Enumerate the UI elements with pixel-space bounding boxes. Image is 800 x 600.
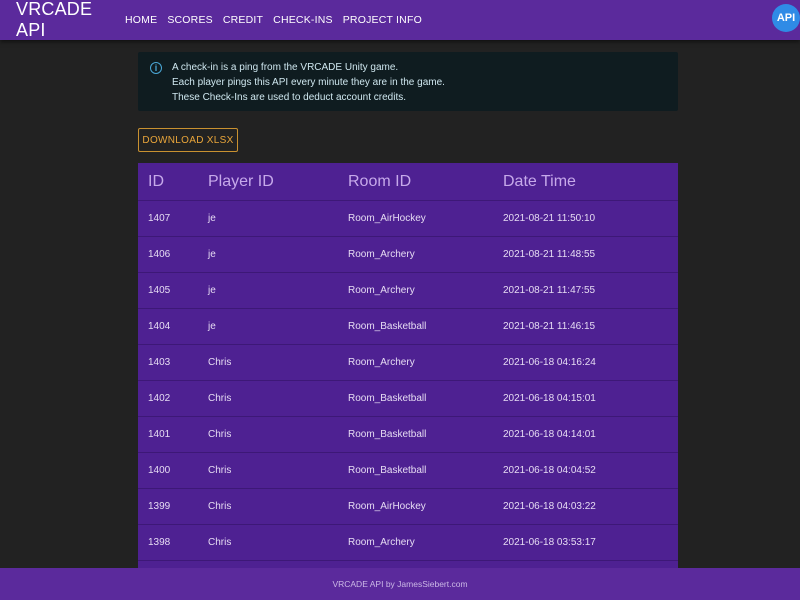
table-row[interactable]: 1399 Chris Room_AirHockey 2021-06-18 04:03:… (138, 489, 678, 525)
column-header-room-id[interactable]: Room ID (348, 173, 503, 191)
footer: VRCADE API by JamesSiebert.com (0, 568, 800, 600)
info-alert: i A check-in is a ping from the VRCADE U… (138, 52, 678, 111)
download-xlsx-button[interactable]: DOWNLOAD XLSX (138, 128, 238, 152)
cell-id: 1407 (148, 213, 171, 224)
cell-player-id: je (208, 285, 216, 296)
cell-player-id: Chris (208, 429, 232, 440)
cell-id: 1402 (148, 393, 171, 404)
info-line: A check-in is a ping from the VRCADE Uni… (172, 62, 399, 73)
main-nav: HOME SCORES CREDIT CHECK-INS PROJECT INF… (125, 14, 432, 26)
cell-player-id: je (208, 249, 216, 260)
table-row[interactable]: 1402 Chris Room_Basketball 2021-06-18 04:15… (138, 381, 678, 417)
cell-room-id: Room_Basketball (348, 393, 427, 404)
table-row[interactable]: 1400 Chris Room_Basketball 2021-06-18 04:04… (138, 453, 678, 489)
info-line: Each player pings this API every minute … (172, 77, 445, 88)
column-header-player-id[interactable]: Player ID (208, 173, 348, 191)
table-row[interactable]: 1398 Chris Room_Archery 2021-06-18 03:53:17 (138, 525, 678, 561)
cell-id: 1406 (148, 249, 171, 260)
cell-date-time: 2021-06-18 04:03:22 (503, 501, 596, 512)
cell-id: 1403 (148, 357, 171, 368)
cell-player-id: Chris (208, 393, 232, 404)
top-navbar: VRCADE API HOME SCORES CREDIT CHECK-INS … (0, 0, 800, 40)
cell-id: 1398 (148, 537, 171, 548)
info-icon: i (150, 62, 162, 74)
cell-date-time: 2021-06-18 04:04:52 (503, 465, 596, 476)
nav-check-ins[interactable]: CHECK-INS (273, 14, 333, 26)
cell-player-id: Chris (208, 501, 232, 512)
cell-room-id: Room_Archery (348, 357, 415, 368)
checkins-table: ID Player ID Room ID Date Time 1407 je Roo… (138, 163, 678, 568)
column-header-id[interactable]: ID (138, 173, 208, 191)
cell-id: 1399 (148, 501, 171, 512)
table-row[interactable]: 1407 je Room_AirHockey 2021-08-21 11:50:10 (138, 201, 678, 237)
cell-id: 1404 (148, 321, 171, 332)
cell-room-id: Room_Basketball (348, 429, 427, 440)
cell-player-id: Chris (208, 537, 232, 548)
cell-date-time: 2021-06-18 04:14:01 (503, 429, 596, 440)
cell-room-id: Room_Archery (348, 249, 415, 260)
info-line: These Check-Ins are used to deduct accou… (172, 92, 407, 103)
cell-player-id: Chris (208, 465, 232, 476)
nav-project-info[interactable]: PROJECT INFO (343, 14, 422, 26)
cell-room-id: Room_AirHockey (348, 501, 426, 512)
cell-room-id: Room_Archery (348, 285, 415, 296)
cell-id: 1400 (148, 465, 171, 476)
table-row[interactable]: 1403 Chris Room_Archery 2021-06-18 04:16:24 (138, 345, 678, 381)
cell-date-time: 2021-08-21 11:47:55 (503, 285, 596, 296)
table-row[interactable]: 1405 je Room_Archery 2021-08-21 11:47:55 (138, 273, 678, 309)
api-avatar-badge[interactable]: API (772, 4, 800, 32)
cell-room-id: Room_AirHockey (348, 213, 426, 224)
table-row[interactable]: 1401 Chris Room_Basketball 2021-06-18 04:14… (138, 417, 678, 453)
cell-player-id: je (208, 213, 216, 224)
cell-player-id: Chris (208, 357, 232, 368)
nav-credit[interactable]: CREDIT (223, 14, 263, 26)
cell-date-time: 2021-06-18 03:53:17 (503, 537, 596, 548)
table-header: ID Player ID Room ID Date Time (138, 163, 678, 201)
table-row[interactable]: 1406 je Room_Archery 2021-08-21 11:48:55 (138, 237, 678, 273)
cell-room-id: Room_Basketball (348, 321, 427, 332)
footer-credit: VRCADE API by JamesSiebert.com (332, 579, 468, 589)
cell-date-time: 2021-08-21 11:48:55 (503, 249, 596, 260)
cell-id: 1401 (148, 429, 171, 440)
cell-date-time: 2021-06-18 04:16:24 (503, 357, 596, 368)
cell-id: 1405 (148, 285, 171, 296)
info-text: A check-in is a ping from the VRCADE Uni… (172, 60, 445, 105)
column-header-date-time[interactable]: Date Time (503, 173, 678, 191)
cell-room-id: Room_Basketball (348, 465, 427, 476)
table-row[interactable]: 1404 je Room_Basketball 2021-08-21 11:46:15 (138, 309, 678, 345)
cell-room-id: Room_Archery (348, 537, 415, 548)
nav-home[interactable]: HOME (125, 14, 157, 26)
cell-date-time: 2021-08-21 11:50:10 (503, 213, 596, 224)
cell-date-time: 2021-06-18 04:15:01 (503, 393, 596, 404)
cell-date-time: 2021-08-21 11:46:15 (503, 321, 596, 332)
cell-player-id: je (208, 321, 216, 332)
nav-scores[interactable]: SCORES (167, 14, 213, 26)
table-body: 1407 je Room_AirHockey 2021-08-21 11:50:10 1… (138, 201, 678, 561)
brand-title[interactable]: VRCADE API (16, 0, 124, 41)
